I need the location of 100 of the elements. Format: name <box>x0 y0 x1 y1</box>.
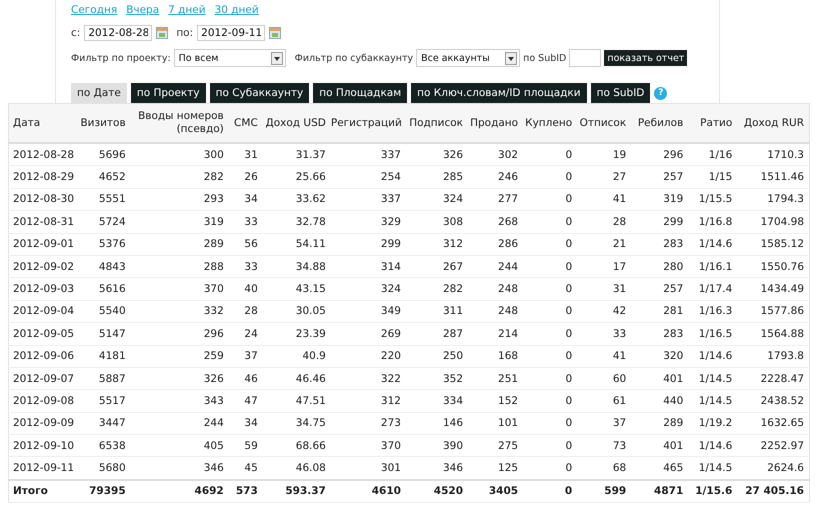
subid-label: по SubID <box>523 52 566 64</box>
table-cell: 34.88 <box>262 255 331 278</box>
show-report-button[interactable]: показать отчет <box>604 50 688 66</box>
table-cell: 45 <box>228 456 263 480</box>
table-cell: 269 <box>330 322 406 346</box>
table-cell: 2012-09-08 <box>8 390 76 412</box>
column-header: Вводы номеров (псевдо) <box>130 104 229 143</box>
table-cell: 248 <box>468 278 524 300</box>
table-cell: 1/15.5 <box>688 188 738 211</box>
table-cell: 37 <box>228 345 263 368</box>
table-cell: 405 <box>130 434 229 457</box>
total-cell: 573 <box>228 480 263 502</box>
table-cell: 308 <box>406 210 468 234</box>
table-cell: 314 <box>330 255 406 278</box>
table-cell: 42 <box>577 300 632 323</box>
table-cell: 0 <box>523 390 578 412</box>
table-cell: 273 <box>330 412 406 435</box>
table-cell: 1434.49 <box>737 278 810 300</box>
report-tab[interactable]: по SubID <box>590 83 650 103</box>
table-cell: 1/15 <box>688 166 738 188</box>
table-cell: 152 <box>468 390 524 412</box>
table-cell: 1/16.3 <box>688 300 738 323</box>
table-cell: 2624.6 <box>737 456 810 480</box>
table-cell: 46.46 <box>262 367 331 390</box>
project-select[interactable]: По всем <box>174 49 286 67</box>
table-cell: 248 <box>468 300 524 323</box>
table-cell: 1/14.6 <box>688 233 738 256</box>
table-cell: 19 <box>577 143 632 166</box>
table-cell: 301 <box>330 456 406 480</box>
table-cell: 267 <box>406 255 468 278</box>
table-cell: 220 <box>330 345 406 368</box>
table-cell: 2012-09-11 <box>8 456 76 480</box>
table-cell: 283 <box>631 322 688 346</box>
table-cell: 1/14.6 <box>688 434 738 457</box>
table-cell: 1/17.4 <box>688 278 738 300</box>
table-cell: 1/16.1 <box>688 255 738 278</box>
table-cell: 440 <box>631 390 688 412</box>
from-date-field[interactable]: 2012-08-28 <box>84 25 152 41</box>
table-cell: 343 <box>130 390 229 412</box>
table-cell: 259 <box>130 345 229 368</box>
column-header: Регистраций <box>330 104 406 143</box>
table-cell: 370 <box>130 278 229 300</box>
table-cell: 0 <box>523 434 578 457</box>
report-tab[interactable]: по Проекту <box>130 83 206 103</box>
table-cell: 1/16.5 <box>688 322 738 346</box>
subaccount-select[interactable]: Все аккаунты <box>416 49 520 67</box>
table-cell: 40.9 <box>262 345 331 368</box>
table-cell: 5147 <box>76 322 131 346</box>
column-header: Подписок <box>406 104 468 143</box>
table-cell: 1/14.6 <box>688 345 738 368</box>
total-cell: 79395 <box>76 480 131 502</box>
table-cell: 334 <box>406 390 468 412</box>
table-cell: 319 <box>130 210 229 234</box>
table-cell: 1550.76 <box>737 255 810 278</box>
table-cell: 280 <box>631 255 688 278</box>
table-cell: 5616 <box>76 278 131 300</box>
table-cell: 2228.47 <box>737 367 810 390</box>
table-cell: 56 <box>228 233 263 256</box>
table-cell: 1/19.2 <box>688 412 738 435</box>
total-cell: 4610 <box>330 480 406 502</box>
column-header: Доход USD <box>262 104 331 143</box>
table-cell: 30.05 <box>262 300 331 323</box>
column-header: СМС <box>228 104 263 143</box>
table-cell: 337 <box>330 143 406 166</box>
table-cell: 401 <box>631 434 688 457</box>
report-tab[interactable]: по Ключ.словам/ID площадки <box>411 83 587 103</box>
table-cell: 59 <box>228 434 263 457</box>
table-cell: 0 <box>523 322 578 346</box>
report-tab[interactable]: по Дате <box>71 83 127 103</box>
table-cell: 289 <box>631 412 688 435</box>
table-cell: 5376 <box>76 233 131 256</box>
table-cell: 286 <box>468 233 524 256</box>
report-tab[interactable]: по Площадкам <box>313 83 408 103</box>
table-cell: 346 <box>406 456 468 480</box>
table-cell: 337 <box>330 188 406 211</box>
table-cell: 54.11 <box>262 233 331 256</box>
table-cell: 2012-08-30 <box>8 188 76 211</box>
to-label: по: <box>176 27 194 39</box>
table-cell: 5887 <box>76 367 131 390</box>
table-cell: 4181 <box>76 345 131 368</box>
table-cell: 27 <box>577 166 632 188</box>
total-cell: Итого <box>8 480 76 502</box>
table-cell: 352 <box>406 367 468 390</box>
table-cell: 168 <box>468 345 524 368</box>
table-cell: 401 <box>631 367 688 390</box>
report-tab[interactable]: по Субаккаунту <box>210 83 310 103</box>
table-cell: 289 <box>130 233 229 256</box>
table-cell: 311 <box>406 300 468 323</box>
table-cell: 2012-09-10 <box>8 434 76 457</box>
project-filter-label: Фильтр по проекту: <box>71 52 171 64</box>
table-cell: 2012-08-28 <box>8 143 76 166</box>
table-cell: 6538 <box>76 434 131 457</box>
table-cell: 1793.8 <box>737 345 810 368</box>
table-cell: 1794.3 <box>737 188 810 211</box>
table-cell: 46 <box>228 367 263 390</box>
table-cell: 1/16.8 <box>688 210 738 234</box>
table-cell: 2012-09-06 <box>8 345 76 368</box>
table-cell: 246 <box>468 166 524 188</box>
table-cell: 1/16 <box>688 143 738 166</box>
to-date-field[interactable]: 2012-09-11 <box>197 25 266 41</box>
